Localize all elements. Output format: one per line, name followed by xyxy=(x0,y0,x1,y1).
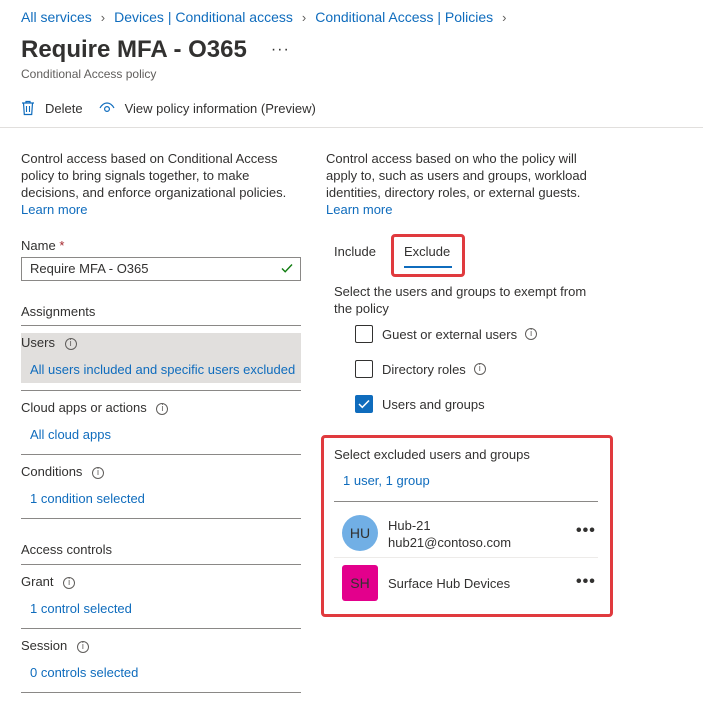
session-value-link[interactable]: 0 controls selected xyxy=(30,665,138,680)
conditions-label: Conditions xyxy=(21,464,83,479)
right-learn-more-link[interactable]: Learn more xyxy=(326,201,596,218)
more-options-icon[interactable]: ••• xyxy=(576,522,596,540)
policy-name-value: Require MFA - O365 xyxy=(30,261,149,276)
delete-label: Delete xyxy=(45,100,83,116)
page-title-row: Require MFA - O365 ··· xyxy=(21,36,290,64)
info-icon[interactable]: i xyxy=(76,641,89,653)
name-label-row: Name * xyxy=(21,238,64,253)
view-policy-information-button[interactable]: View policy information (Preview) xyxy=(99,101,316,116)
right-description: Control access based on who the policy w… xyxy=(326,151,587,200)
breadcrumb-all-services[interactable]: All services xyxy=(21,9,92,25)
view-policy-information-label: View policy information (Preview) xyxy=(124,100,316,116)
users-value-link[interactable]: All users included and specific users ex… xyxy=(30,362,295,377)
option-users-and-groups[interactable]: Users and groups xyxy=(355,395,485,413)
directory-roles-checkbox[interactable] xyxy=(355,360,373,378)
excluded-heading: Select excluded users and groups xyxy=(334,447,530,462)
tab-selected-indicator xyxy=(404,266,452,268)
info-icon[interactable]: i xyxy=(63,577,76,589)
breadcrumb-conditional-access-policies[interactable]: Conditional Access | Policies xyxy=(315,9,493,25)
conditions-divider xyxy=(21,518,301,519)
users-label: Users xyxy=(21,335,55,350)
chevron-right-icon: › xyxy=(100,9,106,25)
more-options-icon[interactable]: ••• xyxy=(576,573,596,591)
info-icon[interactable]: i xyxy=(156,403,169,415)
conditions-label-row: Conditions i xyxy=(21,464,105,479)
breadcrumb-devices-conditional-access[interactable]: Devices | Conditional access xyxy=(114,9,293,25)
users-groups-label: Users and groups xyxy=(382,396,485,412)
excluded-user-email: hub21@contoso.com xyxy=(388,535,512,550)
guest-external-label: Guest or external users xyxy=(382,326,518,342)
conditions-value-link[interactable]: 1 condition selected xyxy=(30,491,145,506)
avatar: HU xyxy=(342,515,378,551)
checkmark-icon xyxy=(358,399,370,409)
users-label-row: Users i xyxy=(21,335,77,350)
delete-button[interactable]: Delete xyxy=(21,100,83,116)
cloud-apps-label-row: Cloud apps or actions i xyxy=(21,400,169,415)
excluded-user-item: Hub-21 hub21@contoso.com xyxy=(388,517,511,551)
directory-roles-label: Directory roles xyxy=(382,361,466,377)
avatar: SH xyxy=(342,565,378,601)
excluded-summary-link[interactable]: 1 user, 1 group xyxy=(343,473,430,488)
tab-include[interactable]: Include xyxy=(334,244,376,259)
info-icon[interactable]: i xyxy=(473,363,486,375)
session-label-row: Session i xyxy=(21,638,89,653)
option-guest-external-users[interactable]: Guest or external users i xyxy=(355,325,538,343)
right-description-block: Control access based on who the policy w… xyxy=(326,150,596,218)
info-icon[interactable]: i xyxy=(525,328,538,340)
session-label: Session xyxy=(21,638,68,653)
tab-exclude[interactable]: Exclude xyxy=(404,244,450,259)
cloud-apps-label: Cloud apps or actions xyxy=(21,400,147,415)
users-groups-checkbox[interactable] xyxy=(355,395,373,413)
left-learn-more-link[interactable]: Learn more xyxy=(21,201,306,218)
grant-value-link[interactable]: 1 control selected xyxy=(30,601,132,616)
option-directory-roles[interactable]: Directory roles i xyxy=(355,360,486,378)
cloud-apps-divider xyxy=(21,454,301,455)
policy-name-input[interactable]: Require MFA - O365 xyxy=(21,257,301,281)
access-controls-divider xyxy=(21,564,301,565)
access-controls-heading: Access controls xyxy=(21,542,113,557)
guest-external-checkbox[interactable] xyxy=(355,325,373,343)
session-divider xyxy=(21,692,301,693)
grant-label: Grant xyxy=(21,574,54,589)
cloud-apps-value-link[interactable]: All cloud apps xyxy=(30,427,111,442)
excluded-list-divider xyxy=(334,501,598,502)
assignments-heading: Assignments xyxy=(21,304,96,319)
chevron-right-icon: › xyxy=(301,9,307,25)
excluded-group-name: Surface Hub Devices xyxy=(388,576,511,591)
exempt-instructions: Select the users and groups to exempt fr… xyxy=(334,284,587,316)
info-icon[interactable]: i xyxy=(64,338,77,350)
breadcrumb: All services › Devices | Conditional acc… xyxy=(21,9,516,25)
left-description-block: Control access based on Conditional Acce… xyxy=(21,150,306,218)
excluded-row-divider xyxy=(334,557,598,558)
assignments-divider xyxy=(21,325,301,326)
page-subtitle: Conditional Access policy xyxy=(21,67,157,81)
info-icon[interactable]: i xyxy=(92,467,105,479)
required-asterisk: * xyxy=(59,238,65,253)
name-label: Name xyxy=(21,238,56,253)
chevron-right-icon: › xyxy=(502,9,507,25)
grant-divider xyxy=(21,628,301,629)
page-title: Require MFA - O365 xyxy=(21,36,247,63)
eye-icon xyxy=(99,102,115,113)
command-bar-divider xyxy=(0,127,703,128)
command-bar: Delete View policy information (Preview) xyxy=(21,100,316,116)
trash-icon xyxy=(22,100,34,116)
excluded-user-name: Hub-21 xyxy=(388,518,431,533)
users-divider xyxy=(21,390,301,391)
checkmark-icon xyxy=(281,264,293,273)
more-options-icon[interactable]: ··· xyxy=(271,41,290,59)
grant-label-row: Grant i xyxy=(21,574,76,589)
left-description: Control access based on Conditional Acce… xyxy=(21,151,287,200)
